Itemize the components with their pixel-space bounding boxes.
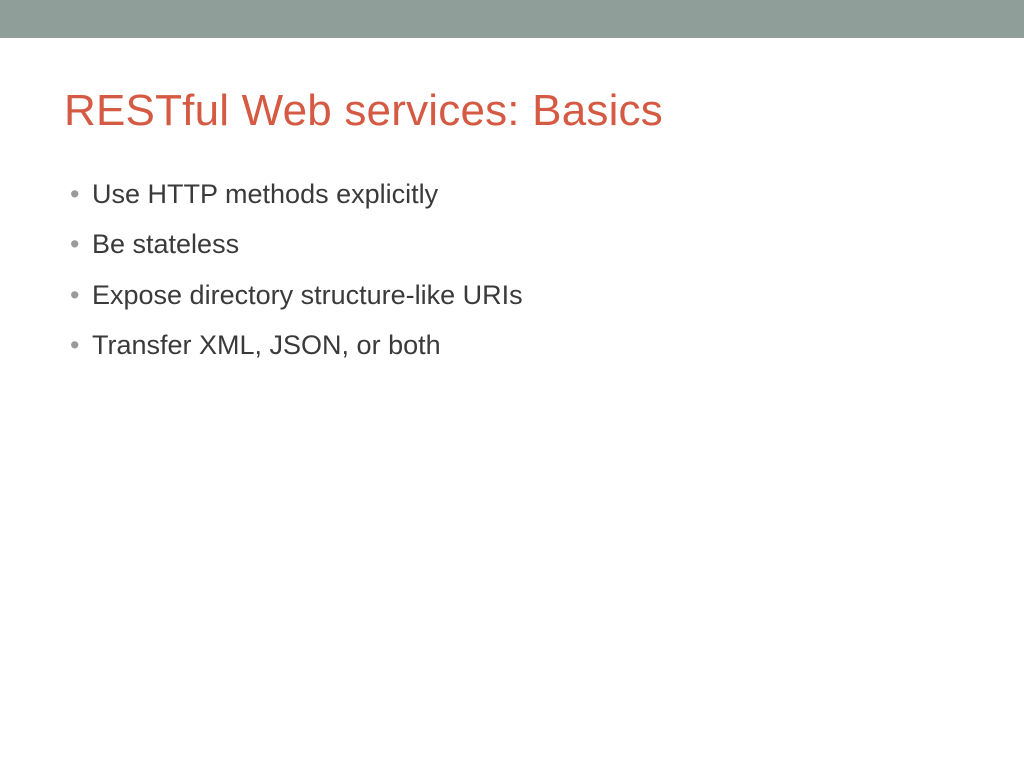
list-item: Expose directory structure-like URIs bbox=[70, 277, 960, 313]
bullet-list: Use HTTP methods explicitly Be stateless… bbox=[64, 176, 960, 364]
list-item: Be stateless bbox=[70, 226, 960, 262]
list-item: Use HTTP methods explicitly bbox=[70, 176, 960, 212]
slide-top-bar bbox=[0, 0, 1024, 38]
slide-title: RESTful Web services: Basics bbox=[64, 86, 960, 136]
list-item: Transfer XML, JSON, or both bbox=[70, 327, 960, 363]
slide-content: RESTful Web services: Basics Use HTTP me… bbox=[0, 38, 1024, 364]
